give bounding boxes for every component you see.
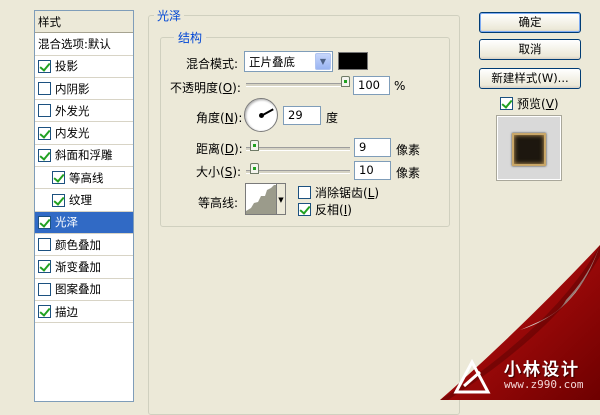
- watermark-name: 小林设计: [504, 360, 580, 380]
- watermark: 小林设计 www.z990.com: [452, 354, 598, 398]
- watermark-site: www.z990.com: [504, 378, 584, 391]
- watermark-logo-icon: [453, 358, 491, 394]
- page-curl-decoration: [440, 245, 600, 400]
